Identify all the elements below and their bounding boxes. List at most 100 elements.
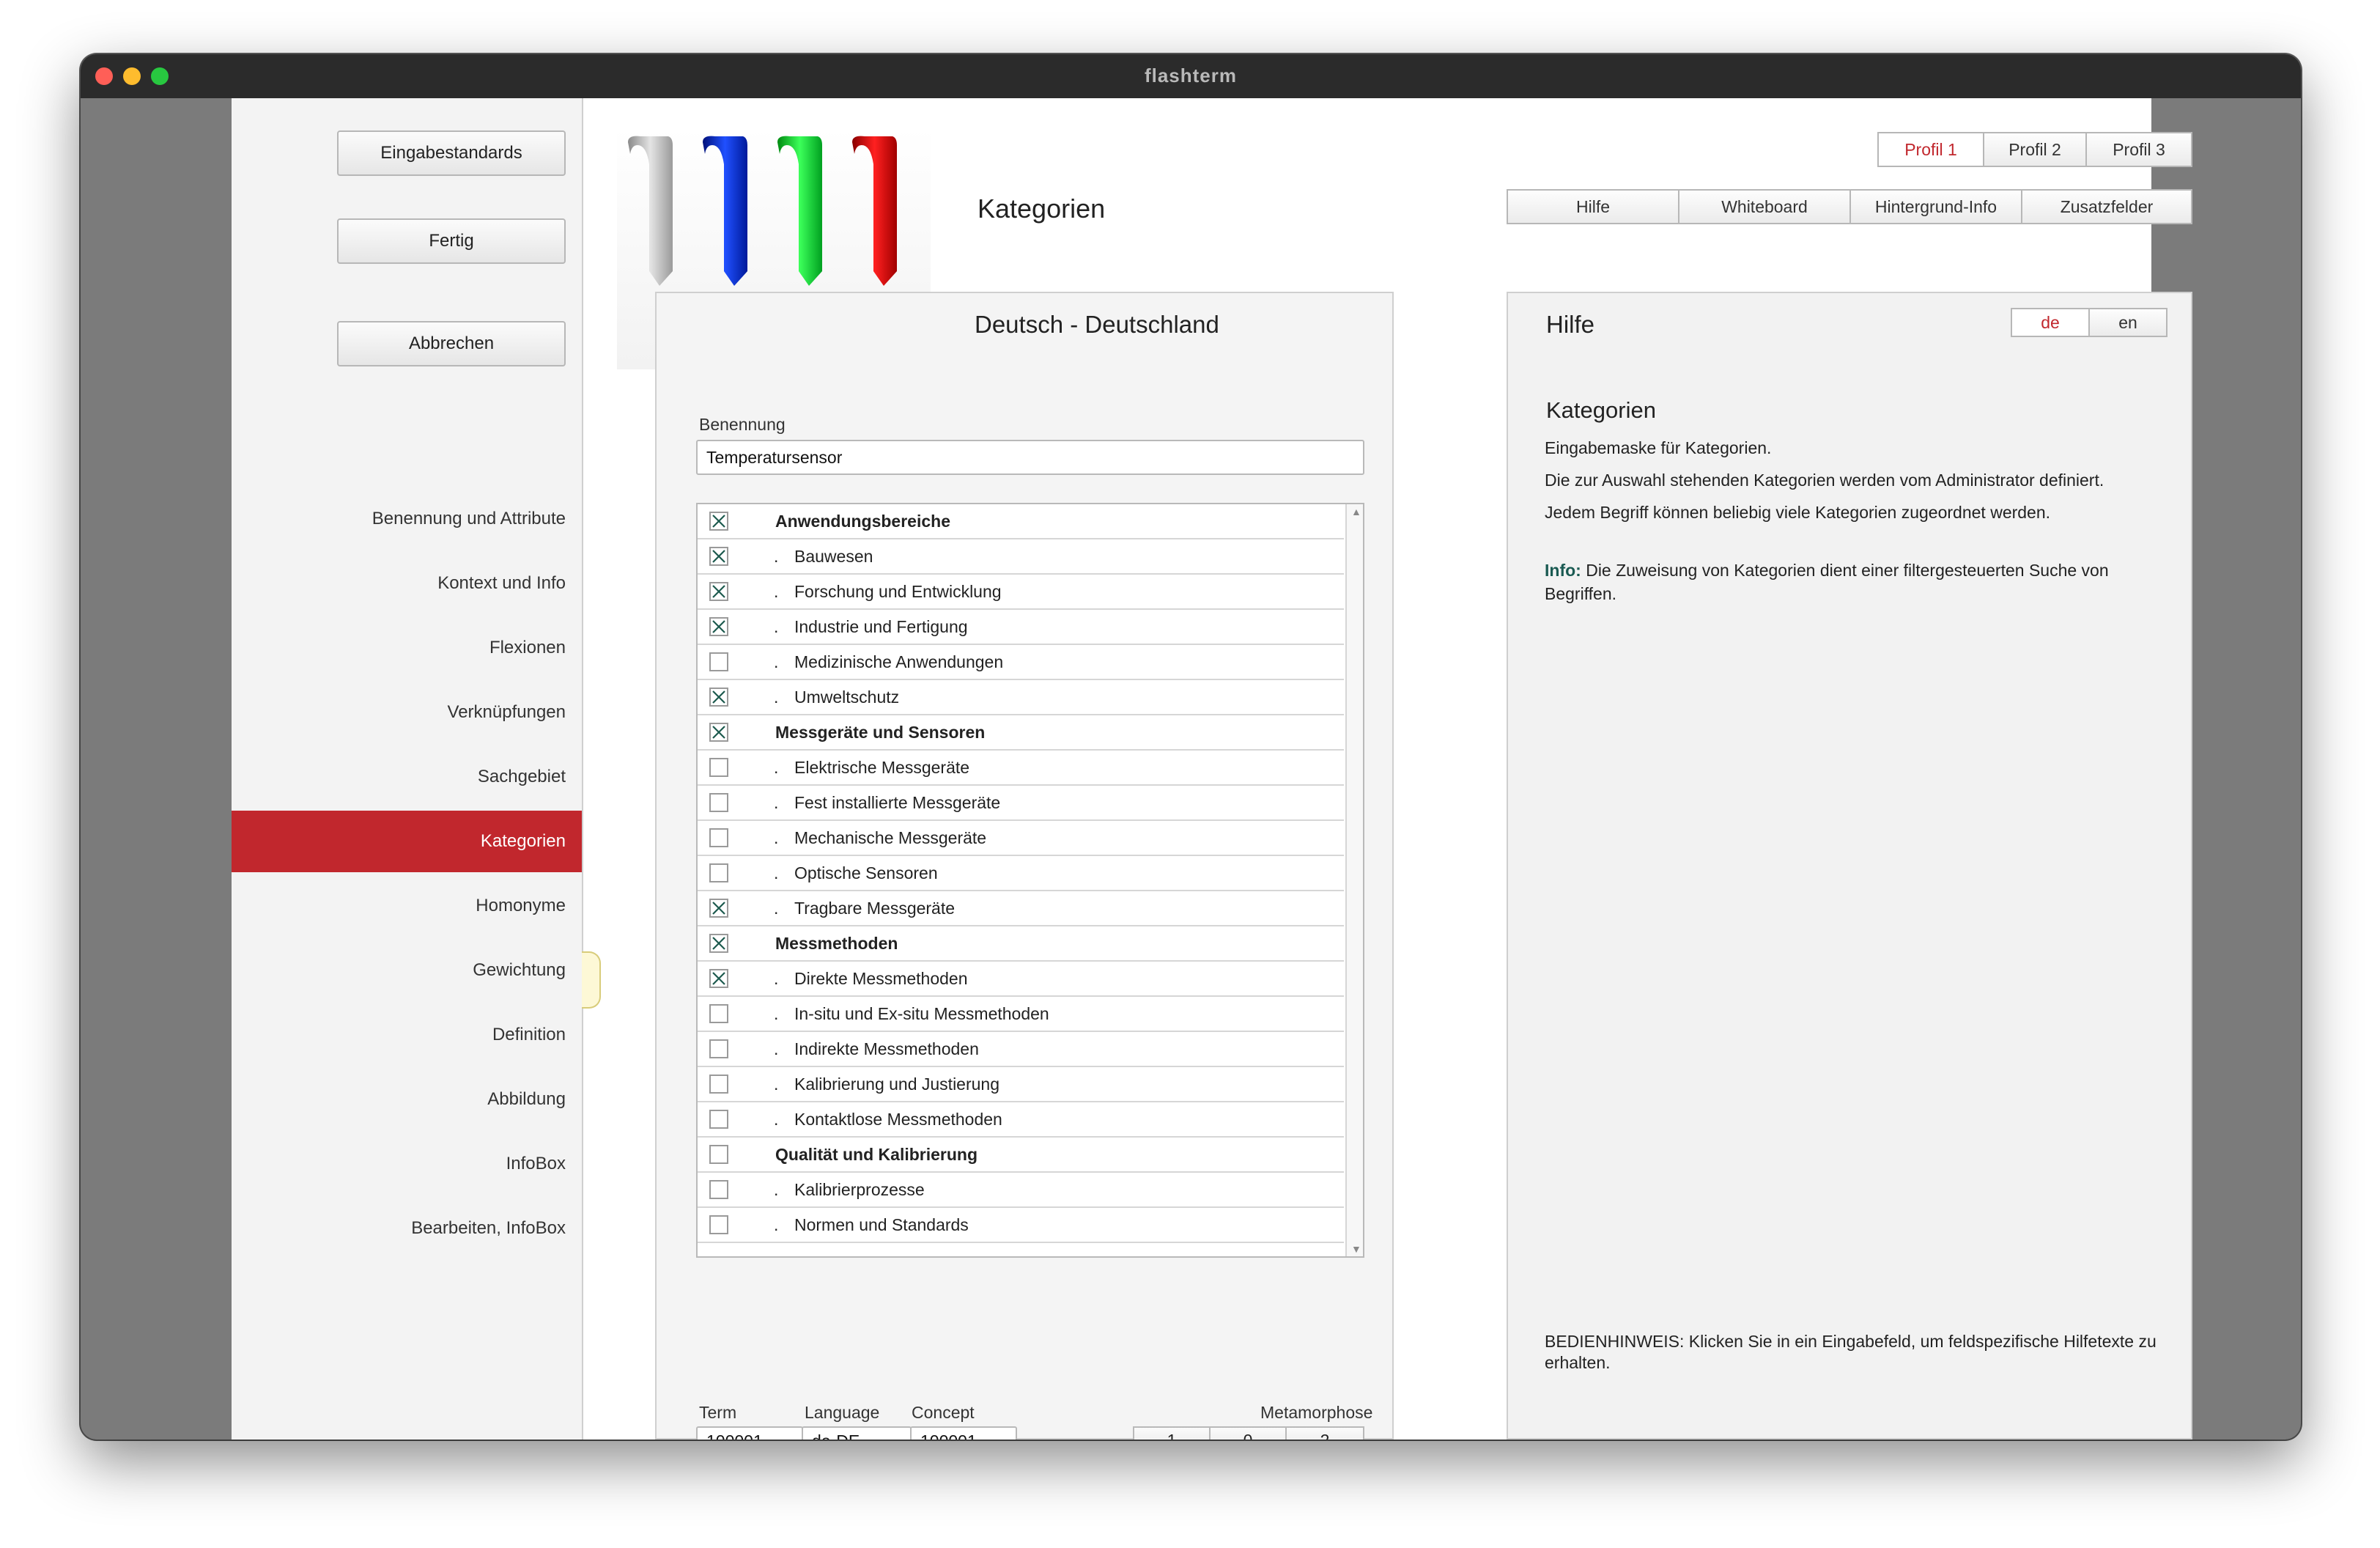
tab-whiteboard[interactable]: Whiteboard [1678, 189, 1851, 224]
scroll-down-icon[interactable]: ▼ [1351, 1243, 1361, 1255]
tab-zusatzfelder[interactable]: Zusatzfelder [2021, 189, 2192, 224]
category-checkbox[interactable] [709, 582, 728, 601]
sidebar-item-infobox[interactable]: InfoBox [232, 1133, 582, 1195]
tab-hintergrund-info[interactable]: Hintergrund-Info [1849, 189, 2022, 224]
subcategory-bullet: . [774, 828, 779, 847]
category-row[interactable]: Qualität und Kalibrierung [698, 1138, 1344, 1173]
category-checkbox[interactable] [709, 617, 728, 636]
category-row[interactable]: . Kontaktlose Messmethoden [698, 1102, 1344, 1138]
category-group-label: Qualität und Kalibrierung [775, 1144, 978, 1164]
category-row[interactable]: . In-situ und Ex-situ Messmethoden [698, 997, 1344, 1032]
sidebar-item-sachgebiet[interactable]: Sachgebiet [232, 746, 582, 808]
sidebar-item-benennung-und-attribute[interactable]: Benennung und Attribute [232, 488, 582, 550]
profile-3-tab[interactable]: Profil 3 [2085, 132, 2192, 167]
footer-concept-label: Concept [912, 1403, 975, 1422]
category-row[interactable]: Anwendungsbereiche [698, 504, 1344, 539]
category-row[interactable]: Messmethoden [698, 926, 1344, 962]
help-lang-en-button[interactable]: en [2088, 308, 2168, 337]
eingabestandards-button[interactable]: Eingabestandards [337, 130, 566, 176]
category-row[interactable]: . Industrie und Fertigung [698, 610, 1344, 645]
category-row[interactable]: . Fest installierte Messgeräte [698, 786, 1344, 821]
category-group-label: Anwendungsbereiche [775, 511, 950, 531]
category-checkbox[interactable] [709, 1215, 728, 1234]
abbrechen-button[interactable]: Abbrechen [337, 321, 566, 366]
subcategory-bullet: . [774, 546, 779, 566]
help-hint: BEDIENHINWEIS: Klicken Sie in ein Eingab… [1545, 1332, 2157, 1372]
category-checkbox[interactable] [709, 899, 728, 918]
sidebar-item-bearbeiten-infobox[interactable]: Bearbeiten, InfoBox [232, 1198, 582, 1259]
category-checkbox[interactable] [709, 934, 728, 953]
metamorphose-button-3[interactable]: 2 [1285, 1426, 1364, 1440]
category-checkbox[interactable] [709, 1004, 728, 1023]
profile-2-tab[interactable]: Profil 2 [1983, 132, 2087, 167]
window-title: flashterm [1144, 64, 1238, 86]
category-row[interactable]: . Kalibrierung und Justierung [698, 1067, 1344, 1102]
category-row[interactable]: . Umweltschutz [698, 680, 1344, 715]
category-row[interactable]: . Optische Sensoren [698, 856, 1344, 891]
category-row[interactable]: . Elektrische Messgeräte [698, 751, 1344, 786]
category-checkbox[interactable] [709, 547, 728, 566]
category-row[interactable]: . Medizinische Anwendungen [698, 645, 1344, 680]
category-label: Mechanische Messgeräte [794, 828, 987, 847]
term-label: Benennung [699, 415, 786, 434]
category-row[interactable]: . Direkte Messmethoden [698, 962, 1344, 997]
footer-term-field[interactable]: 100001 [696, 1426, 803, 1440]
sidebar-item-definition[interactable]: Definition [232, 1004, 582, 1066]
category-row[interactable]: Messgeräte und Sensoren [698, 715, 1344, 751]
sidebar-item-homonyme[interactable]: Homonyme [232, 875, 582, 937]
category-checkbox[interactable] [709, 652, 728, 671]
tab-hilfe[interactable]: Hilfe [1507, 189, 1679, 224]
category-row[interactable]: . Kalibrierprozesse [698, 1173, 1344, 1208]
subcategory-bullet: . [774, 1039, 779, 1058]
category-checkbox[interactable] [709, 793, 728, 812]
category-label: Umweltschutz [794, 687, 900, 707]
category-checkbox[interactable] [709, 1145, 728, 1164]
sidebar-item-verknüpfungen[interactable]: Verknüpfungen [232, 682, 582, 743]
subcategory-bullet: . [774, 581, 779, 601]
category-checkbox[interactable] [709, 1075, 728, 1094]
category-label: Fest installierte Messgeräte [794, 792, 1001, 812]
category-checkbox[interactable] [709, 758, 728, 777]
fertig-button[interactable]: Fertig [337, 218, 566, 264]
sidebar-item-gewichtung[interactable]: Gewichtung [232, 940, 582, 1001]
scroll-up-icon[interactable]: ▲ [1351, 506, 1361, 517]
sidebar-item-kontext-und-info[interactable]: Kontext und Info [232, 553, 582, 614]
category-checkbox[interactable] [709, 969, 728, 988]
metamorphose-button-2[interactable]: 0 [1209, 1426, 1287, 1440]
category-scrollbar[interactable]: ▲ ▼ [1345, 504, 1363, 1256]
category-checkbox[interactable] [709, 512, 728, 531]
category-list[interactable]: Anwendungsbereiche. Bauwesen . Forschung un… [696, 503, 1364, 1258]
help-line-2: Die zur Auswahl stehenden Kategorien wer… [1545, 471, 2104, 490]
profile-1-tab[interactable]: Profil 1 [1877, 132, 1984, 167]
category-row[interactable]: . Bauwesen [698, 539, 1344, 575]
category-checkbox[interactable] [709, 1180, 728, 1199]
sidebar-item-kategorien[interactable]: Kategorien [232, 811, 582, 872]
category-checkbox[interactable] [709, 828, 728, 847]
category-label: Bauwesen [794, 546, 873, 566]
help-panel [1507, 292, 2192, 1440]
help-info-label: Info: [1545, 561, 1581, 580]
help-title: Hilfe [1546, 311, 1595, 338]
category-checkbox[interactable] [709, 1110, 728, 1129]
ribbon-red-icon [849, 135, 900, 289]
category-row[interactable]: . Forschung und Entwicklung [698, 575, 1344, 610]
ribbon-grey-icon [624, 135, 676, 289]
footer-concept-field[interactable]: 100001 [910, 1426, 1017, 1440]
category-checkbox[interactable] [709, 723, 728, 742]
category-checkbox[interactable] [709, 688, 728, 707]
help-lang-de-button[interactable]: de [2011, 308, 2090, 337]
sidebar-item-abbildung[interactable]: Abbildung [232, 1069, 582, 1130]
definition-drawer-handle[interactable] [582, 951, 601, 1009]
metamorphose-button-1[interactable]: 1 [1133, 1426, 1211, 1440]
category-label: Kalibrierung und Justierung [794, 1074, 1000, 1094]
category-row[interactable]: . Tragbare Messgeräte [698, 891, 1344, 926]
sidebar-item-flexionen[interactable]: Flexionen [232, 617, 582, 679]
category-row[interactable]: . Mechanische Messgeräte [698, 821, 1344, 856]
category-checkbox[interactable] [709, 863, 728, 882]
footer-language-field[interactable]: de-DE [802, 1426, 912, 1440]
term-input[interactable]: Temperatursensor [696, 440, 1364, 475]
category-row[interactable]: . Indirekte Messmethoden [698, 1032, 1344, 1067]
subcategory-bullet: . [774, 687, 779, 707]
category-checkbox[interactable] [709, 1039, 728, 1058]
category-row[interactable]: . Normen und Standards [698, 1208, 1344, 1243]
